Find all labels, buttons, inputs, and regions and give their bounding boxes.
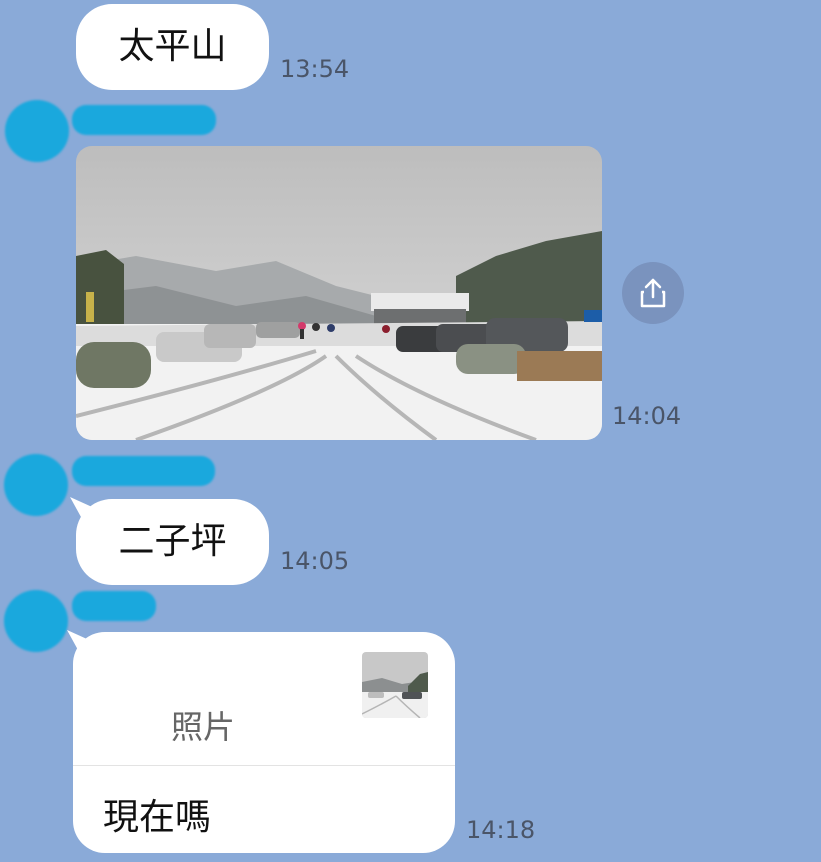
quoted-photo-thumbnail [362,652,428,718]
quoted-label: 照片 [171,708,236,746]
message-text: 二子坪 [118,521,227,562]
share-button[interactable] [622,262,684,324]
message-time: 14:04 [612,402,682,430]
message-time: 14:18 [466,816,536,844]
message-bubble[interactable]: 二子坪 [76,499,269,585]
photo-message[interactable] [76,146,602,440]
share-icon [640,278,666,308]
message-time: 14:05 [280,547,350,575]
message-bubble[interactable]: 太平山 [76,4,269,90]
sender-avatar[interactable] [4,454,68,516]
sender-avatar[interactable] [5,100,69,162]
reply-message[interactable]: 照片 現在嗎 [73,632,455,853]
sender-name-redacted [72,456,215,486]
sender-avatar[interactable] [4,590,68,652]
sender-name-redacted [72,591,156,621]
message-text: 太平山 [118,26,227,67]
message-time: 13:54 [280,55,350,83]
divider [73,765,455,766]
sender-name-redacted [72,105,216,135]
snowy-parking-lot-photo [76,146,602,440]
message-text: 現在嗎 [103,797,212,838]
